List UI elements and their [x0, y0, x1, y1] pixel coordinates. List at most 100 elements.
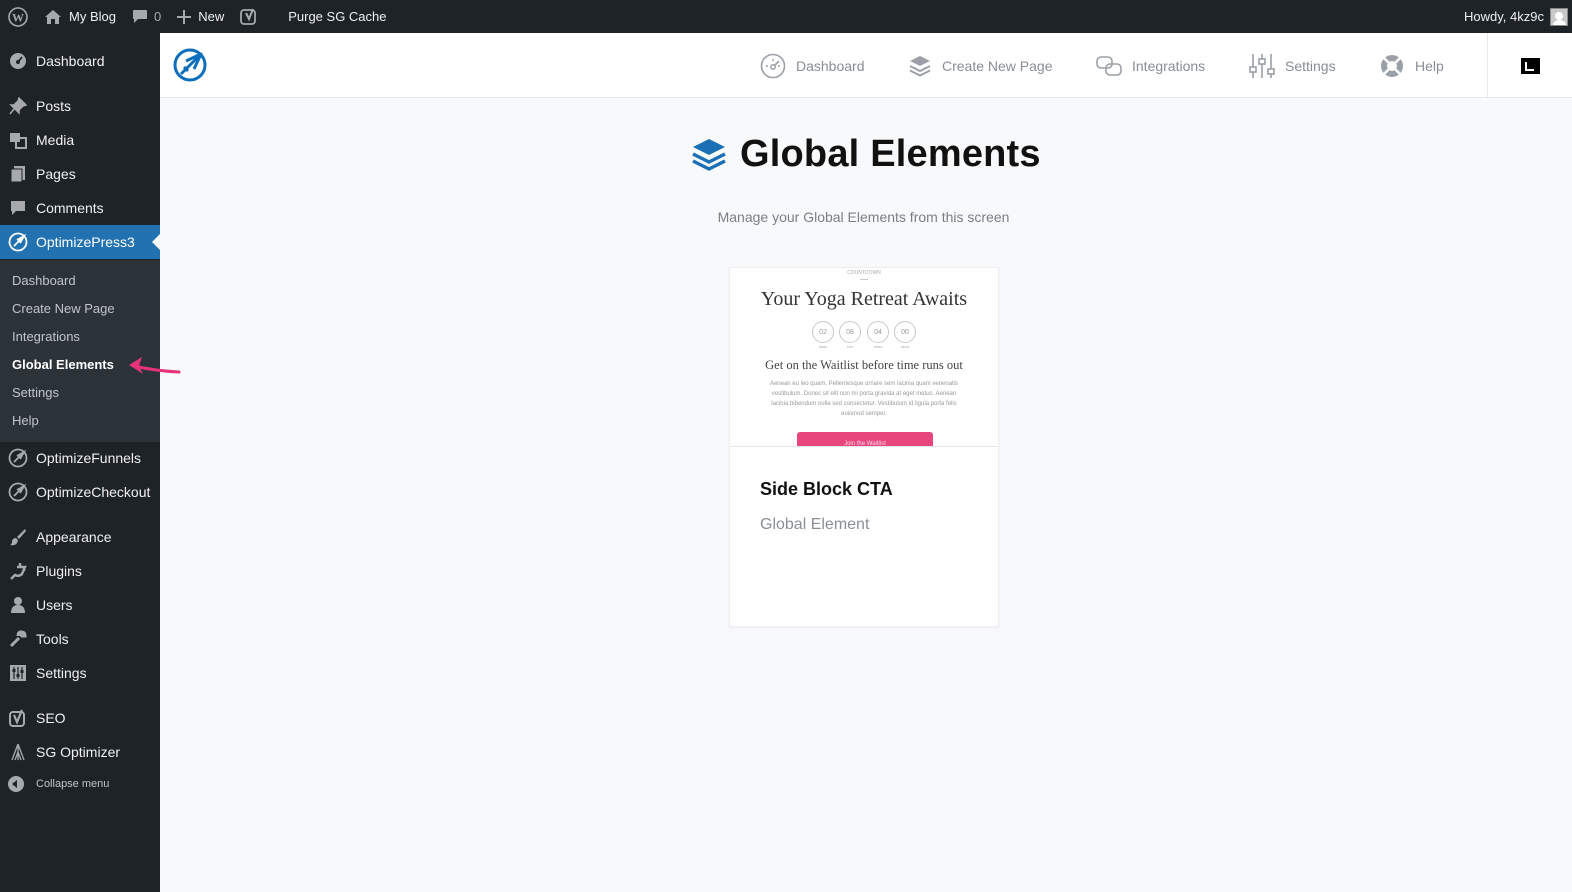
purge-label: Purge SG Cache	[288, 9, 387, 24]
sg-optimizer-icon	[8, 742, 28, 762]
element-preview-thumbnail[interactable]: COUNTDOWN Your Yoga Retreat Awaits 02 08…	[730, 268, 998, 447]
sidebar-item-plugins[interactable]: Plugins	[0, 554, 160, 588]
preview-body-text: Aenean eu leo quam. Pellentesque ornare …	[769, 381, 959, 417]
sidebar-item-label: SEO	[36, 710, 66, 726]
fullscreen-toggle-button[interactable]	[1487, 33, 1572, 98]
admin-sidebar: Dashboard Posts Media Pages Comments Opt…	[0, 33, 160, 892]
howdy-greeting: Howdy, 4kz9c	[1464, 9, 1544, 24]
preview-countdown-unit: secs	[900, 344, 910, 349]
media-icon	[8, 130, 28, 150]
nav-dashboard[interactable]: Dashboard	[760, 33, 865, 98]
submenu-item-create-new-page[interactable]: Create New Page	[12, 301, 115, 316]
nav-integrations-label: Integrations	[1132, 57, 1206, 74]
global-element-card[interactable]: COUNTDOWN Your Yoga Retreat Awaits 02 08…	[729, 267, 999, 627]
nav-settings-label: Settings	[1285, 57, 1336, 74]
preview-countdown-unit: mins	[873, 344, 883, 349]
lifebuoy-icon	[1381, 54, 1403, 77]
nav-help[interactable]: Help	[1379, 33, 1444, 98]
sidebar-item-label: Pages	[36, 166, 76, 182]
paintbrush-icon	[8, 527, 28, 547]
pushpin-icon	[8, 96, 28, 116]
preview-countdown-circle: 04	[867, 321, 889, 343]
comment-bubble-icon	[132, 10, 147, 23]
sidebar-item-optimizepress3[interactable]: OptimizePress3	[0, 225, 160, 259]
comments-count: 0	[153, 9, 162, 24]
yoast-seo-button[interactable]	[232, 0, 266, 33]
sidebar-item-label: Posts	[36, 98, 72, 114]
collapse-label: Collapse menu	[36, 778, 110, 790]
submenu-item-settings[interactable]: Settings	[12, 385, 59, 400]
sidebar-item-label: Plugins	[36, 563, 82, 579]
sidebar-item-label: Comments	[36, 200, 104, 216]
sidebar-item-comments[interactable]: Comments	[0, 191, 160, 225]
exit-fullscreen-icon	[1520, 57, 1540, 74]
optimizepress-logo-icon[interactable]	[172, 47, 208, 83]
preview-countdown-unit: days	[818, 344, 828, 349]
sidebar-item-media[interactable]: Media	[0, 123, 160, 157]
submenu-item-integrations[interactable]: Integrations	[12, 329, 80, 344]
preview-eyebrow: COUNTDOWN	[847, 270, 881, 276]
sidebar-item-label: Users	[36, 597, 73, 613]
page-title: Global Elements	[740, 133, 1041, 175]
yoast-icon	[240, 8, 257, 25]
gauge-icon	[760, 53, 786, 78]
sidebar-item-label: Media	[36, 132, 75, 148]
nav-integrations[interactable]: Integrations	[1096, 33, 1205, 98]
submenu-item-help[interactable]: Help	[12, 413, 39, 428]
site-name-link[interactable]: My Blog	[36, 0, 124, 33]
sidebar-item-settings[interactable]: Settings	[0, 656, 160, 690]
preview-subtitle: Get on the Waitlist before time runs out	[765, 358, 963, 372]
sidebar-item-label: SG Optimizer	[36, 744, 121, 760]
optimizepress-icon	[8, 448, 28, 468]
sidebar-item-optimizefunnels[interactable]: OptimizeFunnels	[0, 441, 160, 475]
sliders-icon	[1249, 53, 1275, 78]
preview-divider	[860, 279, 868, 280]
sidebar-item-pages[interactable]: Pages	[0, 157, 160, 191]
sidebar-item-sg-optimizer[interactable]: SG Optimizer	[0, 735, 160, 769]
element-title[interactable]: Side Block CTA	[760, 479, 893, 500]
sidebar-item-posts[interactable]: Posts	[0, 89, 160, 123]
dashboard-gauge-icon	[8, 51, 28, 71]
page-subtitle: Manage your Global Elements from this sc…	[717, 209, 1010, 225]
sidebar-item-seo[interactable]: SEO	[0, 701, 160, 735]
submenu-item-global-elements[interactable]: Global Elements	[12, 357, 114, 372]
sidebar-item-optimizecheckout[interactable]: OptimizeCheckout	[0, 475, 160, 509]
sidebar-item-label: Appearance	[36, 529, 112, 545]
wordpress-logo-button[interactable]: W	[0, 0, 36, 33]
my-account-link[interactable]: Howdy, 4kz9c	[1456, 0, 1572, 33]
submenu-item-dashboard[interactable]: Dashboard	[12, 273, 76, 288]
sidebar-item-label: OptimizeFunnels	[36, 450, 142, 466]
sidebar-item-label: OptimizeCheckout	[36, 484, 151, 500]
element-type-label: Global Element	[760, 516, 870, 533]
preview-countdown-circle: 02	[812, 321, 834, 343]
site-name-label: My Blog	[69, 9, 116, 24]
preview-title: Your Yoga Retreat Awaits	[760, 288, 968, 310]
wrench-icon	[8, 629, 28, 649]
collapse-menu-button[interactable]: Collapse menu	[8, 776, 109, 792]
sidebar-item-dashboard[interactable]: Dashboard	[0, 44, 160, 78]
new-label: New	[198, 9, 225, 24]
sidebar-item-users[interactable]: Users	[0, 588, 160, 622]
sidebar-item-appearance[interactable]: Appearance	[0, 520, 160, 554]
sidebar-item-label: OptimizePress3	[36, 234, 135, 250]
comment-bubble-icon	[8, 198, 28, 218]
nav-settings[interactable]: Settings	[1249, 33, 1336, 98]
sidebar-item-tools[interactable]: Tools	[0, 622, 160, 656]
nav-dashboard-label: Dashboard	[796, 57, 865, 74]
optimizepress-submenu: Dashboard Create New Page Integrations G…	[0, 260, 160, 442]
collapse-arrow-icon	[8, 776, 24, 792]
nav-create-new-page[interactable]: Create New Page	[908, 33, 1053, 98]
layers-icon	[909, 55, 931, 77]
home-icon	[45, 9, 61, 24]
new-content-link[interactable]: New	[169, 0, 232, 33]
page-heading: Global Elements	[690, 133, 1041, 176]
wordpress-icon: W	[8, 6, 28, 27]
svg-text:W: W	[12, 10, 24, 24]
purge-sg-cache-link[interactable]: Purge SG Cache	[280, 0, 394, 33]
optimizepress-icon	[8, 232, 28, 252]
optimizepress-icon	[8, 482, 28, 502]
sidebar-item-label: Dashboard	[36, 53, 105, 69]
avatar	[1550, 7, 1568, 26]
comments-link[interactable]: 0	[124, 0, 169, 33]
preview-countdown-circle: 00	[894, 321, 916, 343]
